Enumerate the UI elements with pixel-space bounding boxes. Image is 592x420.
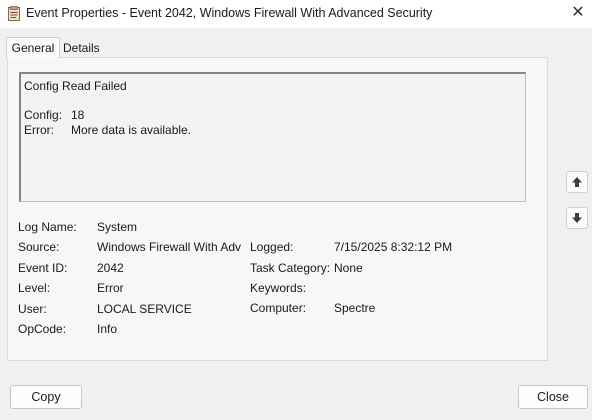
close-button[interactable]: Close: [518, 385, 588, 409]
tab-details[interactable]: Details: [63, 38, 101, 58]
logged-value: 7/15/2025 8:32:12 PM: [334, 240, 453, 254]
task-category-value: None: [334, 261, 363, 275]
source-label: Source:: [18, 240, 60, 254]
user-label: User:: [18, 302, 47, 316]
error-row: Error: More data is available.: [24, 123, 522, 138]
tab-general[interactable]: General: [6, 37, 60, 58]
source-value: Windows Firewall With Advanced Security: [97, 240, 241, 254]
next-event-button[interactable]: [566, 207, 588, 229]
window-title: Event Properties - Event 2042, Windows F…: [26, 6, 433, 20]
task-category-label: Task Category:: [250, 261, 331, 275]
event-id-value: 2042: [97, 261, 124, 275]
previous-event-button[interactable]: [566, 171, 588, 193]
level-value: Error: [97, 281, 124, 295]
event-description-box[interactable]: Config Read Failed Config: 18 Error: Mor…: [19, 72, 526, 202]
copy-button[interactable]: Copy: [10, 385, 82, 409]
config-label: Config:: [24, 108, 63, 122]
error-value: More data is available.: [71, 123, 192, 137]
opcode-value: Info: [97, 322, 118, 336]
error-label: Error:: [24, 123, 54, 137]
level-label: Level:: [18, 281, 51, 295]
config-row: Config: 18: [24, 108, 522, 123]
event-id-label: Event ID:: [18, 261, 68, 275]
title-bar: Event Properties - Event 2042, Windows F…: [0, 0, 592, 28]
logged-label: Logged:: [250, 240, 294, 254]
event-viewer-icon: [8, 6, 21, 21]
config-value: 18: [71, 108, 85, 122]
computer-value: Spectre: [334, 301, 376, 315]
log-name-label: Log Name:: [18, 220, 77, 234]
description-title: Config Read Failed: [24, 79, 127, 93]
computer-label: Computer:: [250, 301, 307, 315]
keywords-label: Keywords:: [250, 281, 307, 295]
opcode-label: OpCode:: [18, 322, 67, 336]
user-value: LOCAL SERVICE: [97, 302, 192, 316]
log-name-value: System: [97, 220, 138, 234]
close-icon[interactable]: ✕: [564, 0, 592, 26]
